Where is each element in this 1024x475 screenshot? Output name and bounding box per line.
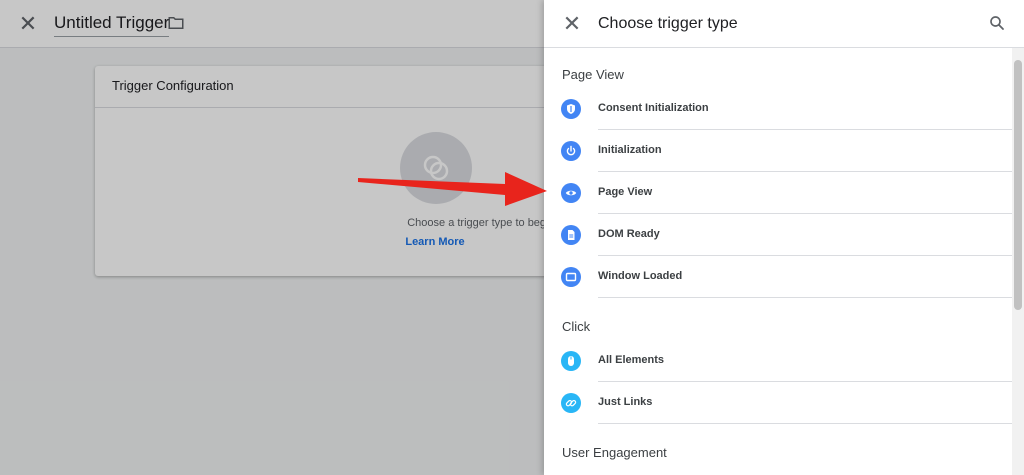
window-icon (561, 267, 581, 287)
scrollbar-thumb[interactable] (1014, 60, 1022, 310)
link-icon (561, 393, 581, 413)
mouse-icon (561, 351, 581, 371)
trigger-type-label: Initialization (598, 144, 662, 156)
trigger-type-label: Just Links (598, 396, 653, 408)
trigger-type-label: Consent Initialization (598, 102, 709, 114)
trigger-type-panel: ✕ Choose trigger type Page View Consent … (544, 0, 1024, 475)
trigger-type-label: All Elements (598, 354, 665, 366)
panel-header: ✕ Choose trigger type (544, 0, 1024, 48)
document-icon (561, 225, 581, 245)
section-label-click: Click (562, 319, 591, 334)
trigger-type-initialization[interactable]: Initialization (544, 130, 1012, 172)
trigger-type-label: Window Loaded (598, 270, 683, 282)
search-icon[interactable] (988, 14, 1006, 32)
trigger-type-just-links[interactable]: Just Links (544, 382, 1012, 424)
trigger-type-dom-ready[interactable]: DOM Ready (544, 214, 1012, 256)
panel-title: Choose trigger type (598, 15, 738, 32)
section-label-user-engagement: User Engagement (562, 445, 667, 460)
power-icon (561, 141, 581, 161)
trigger-type-list: Page View Consent Initialization Initial… (544, 48, 1012, 475)
trigger-type-label: Page View (598, 186, 653, 198)
annotation-arrow (358, 172, 547, 206)
trigger-type-page-view[interactable]: Page View (544, 172, 1012, 214)
panel-scrollbar[interactable] (1012, 48, 1024, 475)
eye-icon (561, 183, 581, 203)
trigger-type-all-elements[interactable]: All Elements (544, 340, 1012, 382)
trigger-type-window-loaded[interactable]: Window Loaded (544, 256, 1012, 298)
section-label-page-view: Page View (562, 67, 624, 82)
trigger-type-label: DOM Ready (598, 228, 660, 240)
close-icon[interactable]: ✕ (561, 12, 583, 36)
shield-icon (561, 99, 581, 119)
annotation-arrow-shape (358, 172, 547, 206)
trigger-type-consent-initialization[interactable]: Consent Initialization (544, 88, 1012, 130)
divider (598, 423, 1012, 424)
divider (598, 297, 1012, 298)
